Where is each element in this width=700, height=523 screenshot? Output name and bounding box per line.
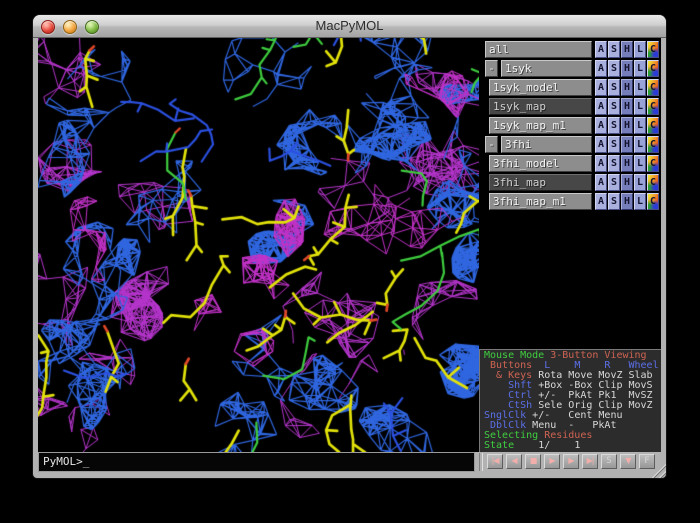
color-button[interactable]: C (647, 136, 659, 153)
object-row: 1syk_map_m1 ASHLC (479, 117, 661, 134)
object-row: 3fhi_model ASHLC (479, 155, 661, 172)
object-name-3fhi-map-m1[interactable]: 3fhi_map_m1 (489, 193, 592, 210)
label-button[interactable]: L (634, 41, 646, 58)
rewind-button[interactable]: |◀ (487, 454, 503, 469)
object-row: 3fhi_map ASHLC (479, 174, 661, 191)
hide-button[interactable]: H (621, 136, 633, 153)
object-row: all ASHLC (479, 41, 661, 58)
show-button[interactable]: S (608, 41, 620, 58)
show-button[interactable]: S (608, 79, 620, 96)
action-button[interactable]: A (595, 79, 607, 96)
play-button[interactable]: ▶ (544, 454, 560, 469)
ashlc-buttons: ASHLC (595, 193, 659, 210)
label-button[interactable]: L (634, 98, 646, 115)
show-button[interactable]: S (608, 136, 620, 153)
mouse-help-text: State (484, 440, 514, 451)
action-button[interactable]: A (595, 155, 607, 172)
label-button[interactable]: L (634, 155, 646, 172)
object-name-1syk-model[interactable]: 1syk_model (489, 79, 592, 96)
fullscreen-button[interactable]: F (639, 454, 655, 469)
ashlc-buttons: ASHLC (595, 155, 659, 172)
state-indicator: State 1/ 1 (484, 441, 661, 451)
command-prompt: PyMOL>_ (39, 453, 474, 468)
color-button[interactable]: C (647, 193, 659, 210)
ashlc-buttons: ASHLC (595, 98, 659, 115)
object-row: - 1syk ASHLC (479, 60, 661, 77)
label-button[interactable]: L (634, 193, 646, 210)
mouse-mode-panel: Mouse Mode 3-Button Viewing Buttons L M … (479, 349, 661, 452)
scene-button[interactable]: S (601, 454, 617, 469)
label-button[interactable]: L (634, 117, 646, 134)
label-button[interactable]: L (634, 79, 646, 96)
action-button[interactable]: A (595, 193, 607, 210)
object-name-1syk-map[interactable]: 1syk_map (489, 98, 592, 115)
object-row: - 3fhi ASHLC (479, 136, 661, 153)
object-name-1syk-map-m1[interactable]: 1syk_map_m1 (489, 117, 592, 134)
label-button[interactable]: L (634, 136, 646, 153)
object-name-3fhi-map[interactable]: 3fhi_map (489, 174, 592, 191)
color-button[interactable]: C (647, 79, 659, 96)
show-button[interactable]: S (608, 60, 620, 77)
ashlc-buttons: ASHLC (595, 117, 659, 134)
color-button[interactable]: C (647, 98, 659, 115)
color-button[interactable]: C (647, 60, 659, 77)
desktop: MacPyMOL all ASHLC - 1syk ASHLC 1syk_mod… (0, 0, 700, 523)
object-row: 1syk_map ASHLC (479, 98, 661, 115)
object-name-3fhi-model[interactable]: 3fhi_model (489, 155, 592, 172)
window-title: MacPyMOL (33, 18, 666, 33)
ashlc-buttons: ASHLC (595, 41, 659, 58)
end-button[interactable]: ▶| (582, 454, 598, 469)
hide-button[interactable]: H (621, 79, 633, 96)
label-button[interactable]: L (634, 60, 646, 77)
ashlc-buttons: ASHLC (595, 60, 659, 77)
3d-canvas[interactable] (38, 38, 479, 452)
macpymol-window: MacPyMOL all ASHLC - 1syk ASHLC 1syk_mod… (33, 15, 666, 478)
viewport[interactable] (38, 38, 479, 452)
object-row: 3fhi_map_m1 ASHLC (479, 193, 661, 210)
show-button[interactable]: S (608, 174, 620, 191)
hide-button[interactable]: H (621, 41, 633, 58)
command-line[interactable]: PyMOL>_ (38, 452, 475, 472)
action-button[interactable]: A (595, 60, 607, 77)
color-button[interactable]: C (647, 155, 659, 172)
hide-button[interactable]: H (621, 117, 633, 134)
step-forward-button[interactable]: ▶ (563, 454, 579, 469)
color-button[interactable]: C (647, 117, 659, 134)
show-button[interactable]: S (608, 193, 620, 210)
action-button[interactable]: A (595, 174, 607, 191)
label-button[interactable]: L (634, 174, 646, 191)
stop-button[interactable]: ■ (525, 454, 541, 469)
ashlc-buttons: ASHLC (595, 136, 659, 153)
show-button[interactable]: S (608, 98, 620, 115)
menu-down-button[interactable]: ▼ (620, 454, 636, 469)
object-row: 1syk_model ASHLC (479, 79, 661, 96)
action-button[interactable]: A (595, 98, 607, 115)
hide-button[interactable]: H (621, 60, 633, 77)
hide-button[interactable]: H (621, 98, 633, 115)
collapse-toggle[interactable]: - (485, 60, 498, 77)
hide-button[interactable]: H (621, 193, 633, 210)
step-back-button[interactable]: ◀ (506, 454, 522, 469)
hide-button[interactable]: H (621, 155, 633, 172)
movie-controls: |◀ ◀ ■ ▶ ▶ ▶| S ▼ F (477, 452, 661, 472)
action-button[interactable]: A (595, 117, 607, 134)
object-panel: all ASHLC - 1syk ASHLC 1syk_model ASHLC … (479, 38, 661, 452)
color-button[interactable]: C (647, 41, 659, 58)
object-name-1syk[interactable]: 1syk (501, 60, 592, 77)
action-button[interactable]: A (595, 41, 607, 58)
color-button[interactable]: C (647, 174, 659, 191)
mouse-help-text: 1/ 1 (514, 440, 580, 451)
show-button[interactable]: S (608, 155, 620, 172)
hide-button[interactable]: H (621, 174, 633, 191)
action-button[interactable]: A (595, 136, 607, 153)
title-bar[interactable]: MacPyMOL (33, 15, 666, 38)
ashlc-buttons: ASHLC (595, 79, 659, 96)
object-name-3fhi[interactable]: 3fhi (501, 136, 592, 153)
ashlc-buttons: ASHLC (595, 174, 659, 191)
object-name-all[interactable]: all (485, 41, 592, 58)
show-button[interactable]: S (608, 117, 620, 134)
collapse-toggle[interactable]: - (485, 136, 498, 153)
